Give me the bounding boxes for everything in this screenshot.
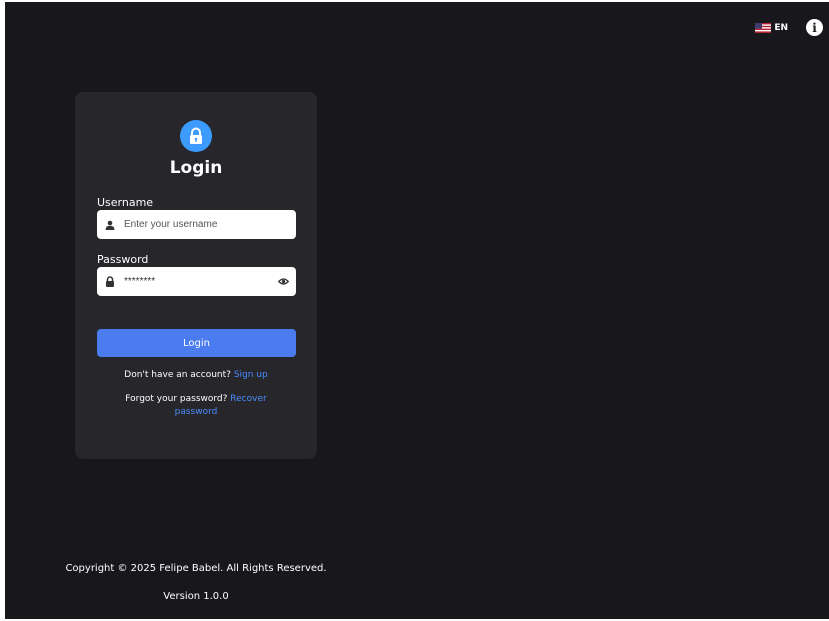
recover-line-2: password [75,406,317,419]
top-bar: EN i [755,19,823,36]
us-flag-icon [755,22,772,33]
eye-icon[interactable] [278,276,289,287]
app-window: EN i Login Username Passwo [5,2,829,619]
password-label: Password [97,253,149,266]
lock-icon [180,120,212,152]
login-title: Login [169,158,223,178]
recover-link-continued[interactable]: password [175,407,218,417]
password-field [97,267,296,296]
signup-prompt: Don't have an account? [124,370,231,380]
lock-small-icon [104,276,115,287]
signup-line: Don't have an account? Sign up [75,369,317,382]
username-input[interactable] [124,219,264,230]
copyright-text: Copyright © 2025 Felipe Babel. All Right… [65,563,327,574]
language-selector[interactable]: EN [755,22,788,33]
language-label: EN [774,22,788,33]
recover-prompt: Forgot your password? [125,394,228,404]
info-icon[interactable]: i [806,19,823,36]
recover-line: Forgot your password? Recover [75,393,317,406]
username-field [97,210,296,239]
login-card: Login Username Password [75,92,317,459]
login-button[interactable]: Login [97,329,296,357]
recover-link[interactable]: Recover [230,394,266,404]
user-icon [104,219,115,230]
version-text: Version 1.0.0 [163,591,229,602]
signup-link[interactable]: Sign up [234,370,268,380]
password-input[interactable] [124,276,264,287]
username-label: Username [97,196,154,209]
